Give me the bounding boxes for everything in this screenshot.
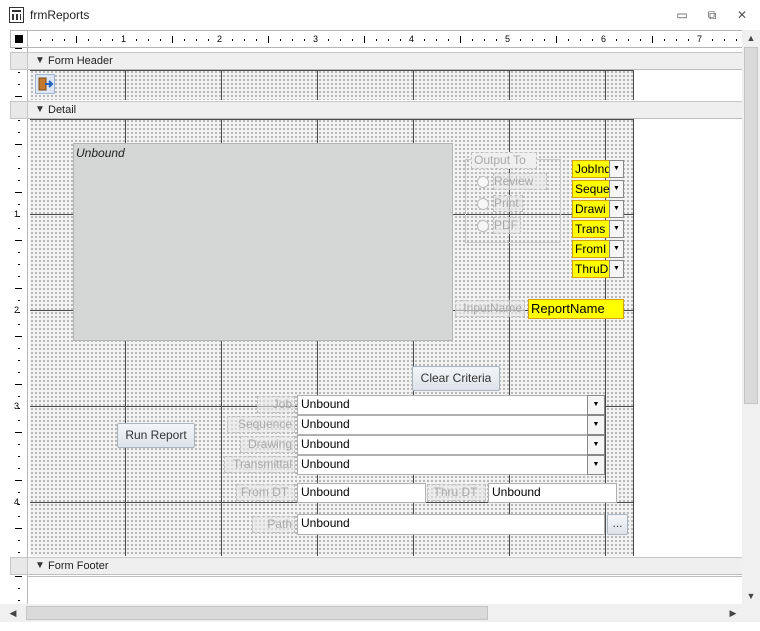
path-field[interactable]: Unbound [297, 514, 605, 535]
ruler-mark: 3 [313, 34, 319, 44]
chevron-down-icon[interactable]: ▼ [587, 415, 605, 435]
chevron-down-icon[interactable]: ▼ [609, 220, 624, 238]
scroll-left-icon[interactable]: ◀ [5, 605, 21, 621]
report-name-label: InputName [455, 300, 525, 317]
ruler-mark: 3 [14, 401, 20, 411]
chevron-down-icon[interactable]: ▼ [609, 240, 624, 258]
run-report-button[interactable]: Run Report [117, 423, 195, 448]
vertical-scroll-thumb[interactable] [744, 47, 758, 404]
form-icon [9, 7, 24, 23]
close-button[interactable]: ✕ [732, 6, 752, 24]
ruler-mark: 4 [409, 34, 415, 44]
path-label: Path [252, 516, 295, 533]
thru-dt-label: Thru DT [427, 484, 486, 501]
footer-divider [28, 576, 742, 577]
ruler-mark: 2 [14, 305, 20, 315]
ruler-ticks [15, 48, 22, 601]
chevron-down-icon[interactable]: ▼ [587, 395, 605, 415]
form-footer-bar[interactable]: ▼ Form Footer [28, 557, 742, 575]
ruler-mark: 6 [601, 34, 607, 44]
scroll-right-icon[interactable]: ▶ [725, 605, 741, 621]
browse-button[interactable]: ... [607, 514, 628, 535]
horizontal-scroll-thumb[interactable] [26, 606, 488, 620]
thru-dt-field[interactable]: Unbound [488, 483, 617, 503]
subform-label: Unbound [76, 146, 125, 160]
grid-line [633, 119, 634, 556]
exit-button[interactable] [35, 74, 55, 94]
footer-selector[interactable] [10, 557, 28, 575]
radio-review[interactable] [477, 176, 489, 188]
grid-line [413, 70, 414, 100]
grid-line [30, 70, 633, 71]
chevron-down-icon[interactable]: ▼ [609, 160, 624, 178]
detail-bar[interactable]: ▼ Detail [28, 101, 742, 119]
ruler-mark: 5 [505, 34, 511, 44]
section-arrow-icon: ▼ [35, 104, 45, 115]
exit-door-icon [38, 77, 54, 91]
radio-pdf[interactable] [477, 220, 489, 232]
clear-criteria-button[interactable]: Clear Criteria [412, 366, 500, 391]
vertical-ruler[interactable]: 1 2 3 4 [10, 48, 28, 604]
header-grid[interactable] [30, 70, 633, 100]
combo-thrudt[interactable]: ThruD [572, 260, 610, 278]
section-arrow-icon: ▼ [35, 55, 45, 66]
horizontal-ruler[interactable]: 1 2 3 4 5 6 7 [28, 30, 742, 48]
restore-button[interactable]: ⧉ [702, 6, 722, 24]
option-label-review: Review [493, 173, 547, 190]
output-group-label: Output To [471, 152, 537, 169]
option-label-pdf: PDF [493, 217, 521, 234]
combo-sequence[interactable]: Seque [572, 180, 610, 198]
subform-control[interactable] [73, 143, 453, 341]
form-footer-label: Form Footer [48, 560, 109, 572]
job-label: Job [257, 396, 295, 413]
combo-fromdt[interactable]: FromI [572, 240, 610, 258]
radio-print[interactable] [477, 198, 489, 210]
job-combo[interactable]: Unbound [297, 395, 588, 415]
ruler-mark: 2 [217, 34, 223, 44]
report-name-field[interactable]: ReportName [528, 299, 624, 319]
window-title: frmReports [30, 8, 90, 22]
scroll-down-icon[interactable]: ▼ [743, 588, 759, 604]
transmittal-combo[interactable]: Unbound [297, 455, 588, 475]
combo-jobind[interactable]: JobInd [572, 160, 610, 178]
form-header-bar[interactable]: ▼ Form Header [28, 52, 742, 70]
chevron-down-icon[interactable]: ▼ [609, 200, 624, 218]
from-dt-field[interactable]: Unbound [297, 483, 426, 503]
form-header-label: Form Header [48, 55, 113, 67]
ruler-mark: 7 [697, 34, 703, 44]
header-selector[interactable] [10, 52, 28, 70]
grid-line [221, 70, 222, 100]
grid-line [509, 70, 510, 100]
minimize-button[interactable]: ▭ [672, 6, 692, 24]
chevron-down-icon[interactable]: ▼ [587, 435, 605, 455]
ruler-mark: 4 [14, 497, 20, 507]
title-bar [0, 0, 760, 30]
grid-line [605, 70, 606, 100]
section-arrow-icon: ▼ [35, 560, 45, 571]
grid-line [125, 70, 126, 100]
from-dt-label: From DT [236, 484, 295, 501]
ruler-mark: 1 [121, 34, 127, 44]
grid-line [317, 70, 318, 100]
transmittal-label: Transmittal [224, 456, 295, 473]
detail-selector[interactable] [10, 101, 28, 119]
form-selector[interactable] [10, 30, 28, 48]
grid-line [30, 119, 633, 120]
sequence-combo[interactable]: Unbound [297, 415, 588, 435]
drawing-label: Drawing [240, 436, 295, 453]
scroll-up-icon[interactable]: ▲ [743, 30, 759, 46]
ruler-ticks [40, 36, 737, 43]
option-label-print: Print [493, 195, 523, 212]
detail-label: Detail [48, 104, 77, 116]
drawing-combo[interactable]: Unbound [297, 435, 588, 455]
chevron-down-icon[interactable]: ▼ [609, 260, 624, 278]
ruler-mark: 1 [14, 209, 20, 219]
combo-transmittal[interactable]: Trans [572, 220, 610, 238]
sequence-label: Sequence [227, 416, 295, 433]
chevron-down-icon[interactable]: ▼ [587, 455, 605, 475]
grid-line [633, 70, 634, 100]
combo-drawing[interactable]: Drawi [572, 200, 610, 218]
chevron-down-icon[interactable]: ▼ [609, 180, 624, 198]
